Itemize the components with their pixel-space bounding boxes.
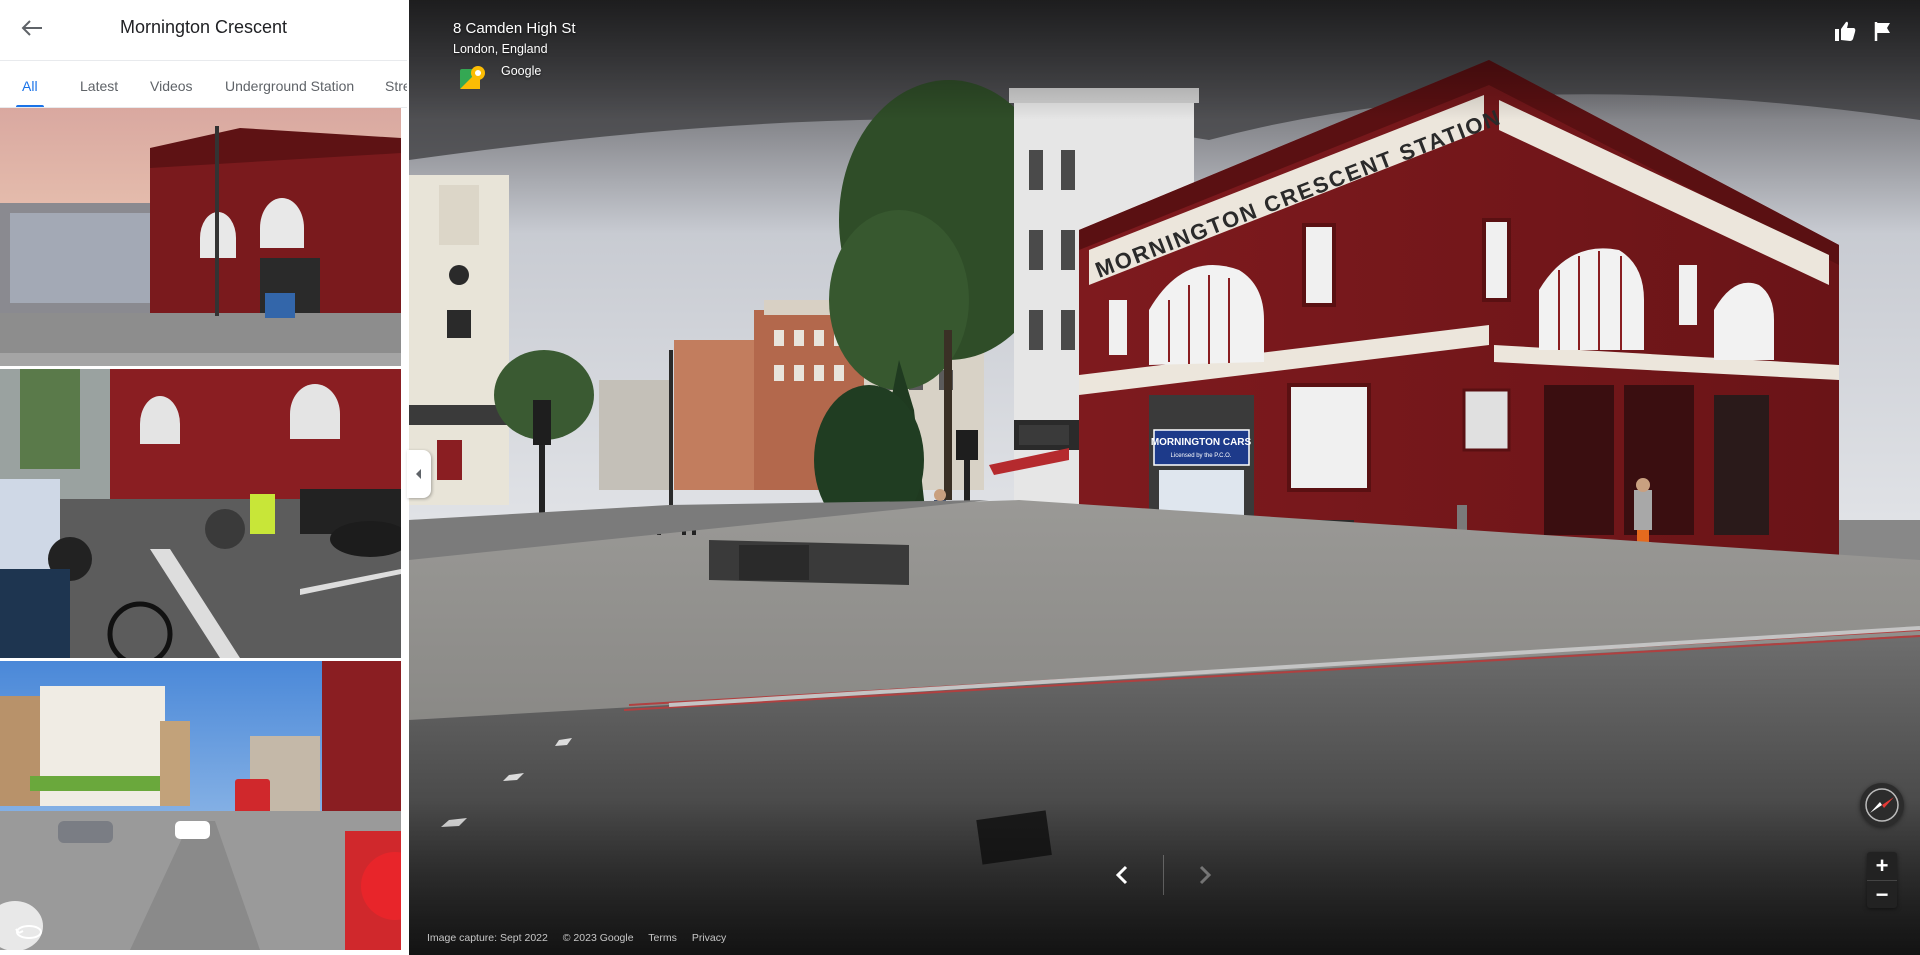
compass-icon [1865, 788, 1899, 822]
location-title: 8 Camden High St [453, 20, 576, 37]
zoom-in-button[interactable]: + [1867, 852, 1897, 880]
panel-title: Mornington Crescent [119, 17, 288, 37]
chevron-right-icon[interactable] [1191, 862, 1217, 888]
shop-sign: MORNINGTON CARS [1151, 437, 1252, 448]
collapse-panel-button[interactable] [407, 450, 431, 498]
photo-thumbnail[interactable] [0, 369, 401, 658]
google-brand: Google [501, 64, 542, 78]
zoom-control: + − [1867, 852, 1897, 908]
thumb-up-icon[interactable] [1833, 20, 1857, 42]
nav-divider [1163, 855, 1164, 895]
zoom-out-button[interactable]: − [1867, 880, 1897, 908]
shop-subsign: Licensed by the P.C.O. [1171, 453, 1232, 459]
tab-street[interactable]: Stre [385, 78, 407, 94]
photo-thumbnail[interactable] [0, 661, 401, 950]
copyright: © 2023 Google [562, 932, 634, 944]
street-view-image: MORNINGTON CARS Licensed by the P.C.O. M… [409, 0, 1920, 955]
location-card: 8 Camden High St London, England [453, 20, 576, 56]
tab-underground-station[interactable]: Underground Station [225, 78, 354, 94]
chevron-left-icon [416, 469, 421, 479]
privacy-link[interactable]: Privacy [692, 932, 726, 944]
photo-side-panel: Mornington Crescent All Latest Videos Un… [0, 0, 407, 955]
photo-thumbnail[interactable] [0, 108, 401, 366]
street-view-app: Mornington Crescent All Latest Videos Un… [0, 0, 1920, 955]
image-capture-date: Image capture: Sept 2022 [427, 932, 548, 944]
panel-header: Mornington Crescent [0, 0, 407, 58]
terms-link[interactable]: Terms [648, 932, 677, 944]
maps-pin-icon[interactable] [459, 64, 487, 94]
tab-all[interactable]: All [22, 78, 38, 94]
flag-icon[interactable] [1873, 20, 1893, 42]
footer-bar: Image capture: Sept 2022 © 2023 Google T… [427, 932, 738, 944]
tab-videos[interactable]: Videos [150, 78, 193, 94]
photo-tabs: All Latest Videos Underground Station St… [0, 60, 407, 108]
tab-latest[interactable]: Latest [80, 78, 118, 94]
location-subtitle: London, England [453, 42, 548, 56]
street-view-canvas[interactable]: MORNINGTON CARS Licensed by the P.C.O. M… [409, 0, 1920, 955]
chevron-left-icon[interactable] [1110, 862, 1136, 888]
rotate-360-icon[interactable] [14, 920, 44, 942]
compass-button[interactable] [1860, 783, 1904, 827]
